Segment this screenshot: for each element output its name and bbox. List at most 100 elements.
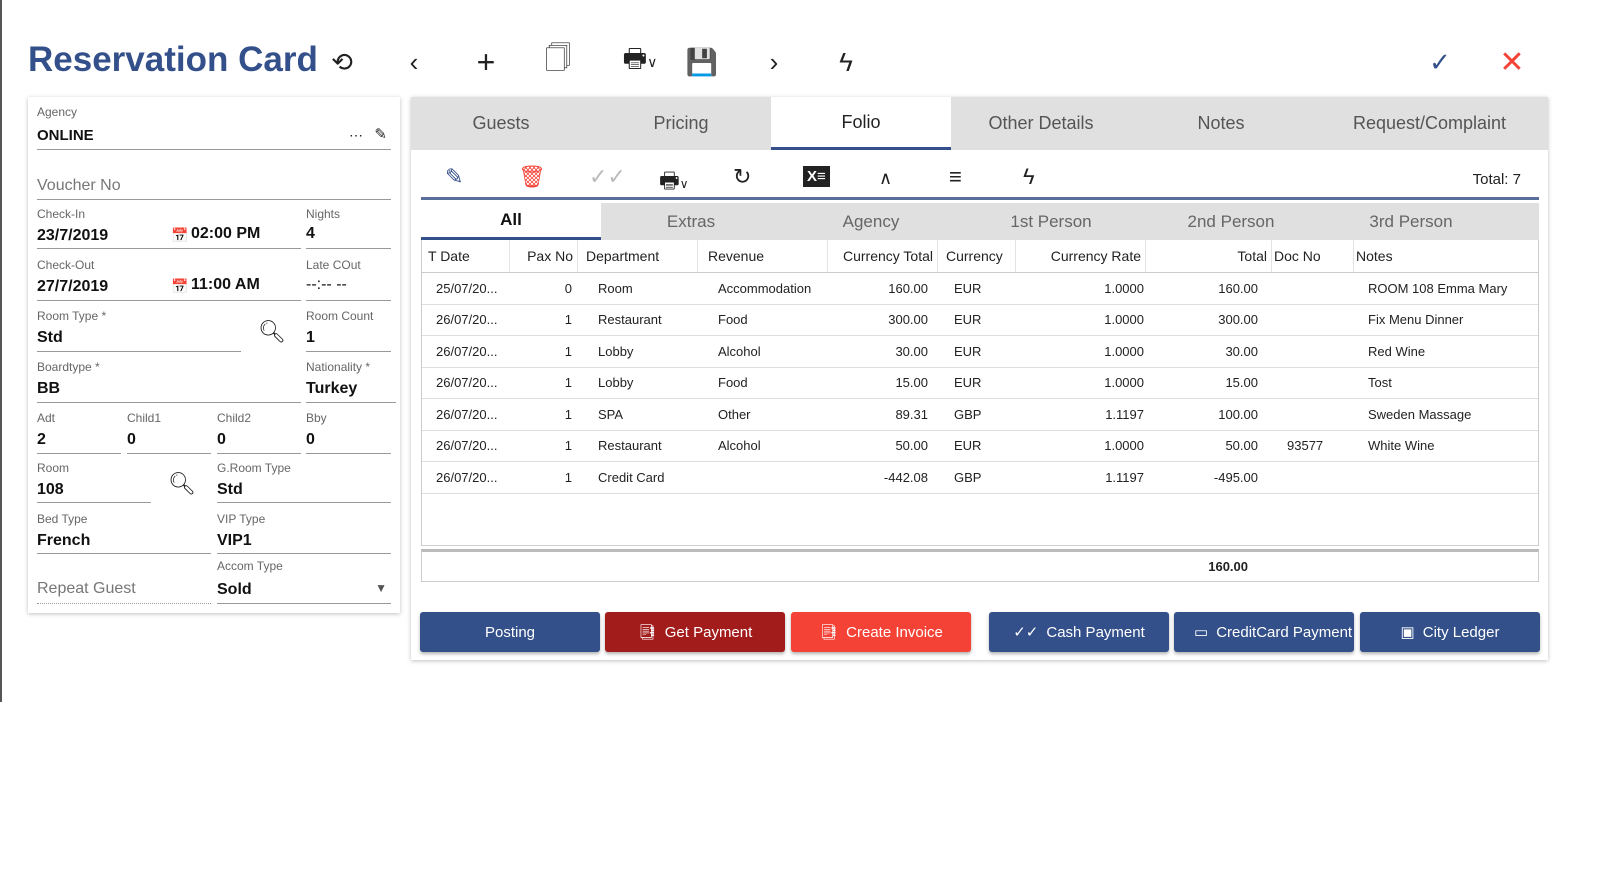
repeat-guest-field[interactable]: Repeat Guest <box>37 563 211 604</box>
label: Accom Type <box>217 559 283 573</box>
column-header[interactable]: Currency Total <box>832 240 938 272</box>
label: Child1 <box>127 411 162 425</box>
chevron-left-icon[interactable]: ‹ <box>396 44 432 80</box>
flash-icon[interactable]: ϟ <box>828 44 864 80</box>
more-icon[interactable]: ⋯ <box>349 127 363 144</box>
table-row[interactable]: 25/07/20... 0 Room Accommodation 160.00 EUR 1.… <box>422 273 1538 305</box>
chevron-right-icon[interactable]: › <box>756 44 792 80</box>
table-cell: 30.00 <box>1225 343 1258 359</box>
search-icon[interactable]: 🔍︎ <box>168 471 196 497</box>
table-row[interactable]: 26/07/20... 1 Restaurant Alcohol 50.00 EUR 1.0… <box>422 431 1538 462</box>
baby-field[interactable]: Bby 0 <box>306 411 391 454</box>
print-icon[interactable]: 🖶∨ <box>659 164 689 202</box>
column-header[interactable]: Doc No <box>1274 240 1354 272</box>
calendar-icon[interactable]: 📅 <box>171 278 188 295</box>
edit-icon[interactable]: ✎ <box>374 125 387 143</box>
check-icon[interactable]: ✓ <box>1422 44 1458 80</box>
child1-field[interactable]: Child1 0 <box>127 411 211 454</box>
value: Std <box>217 481 243 498</box>
table-cell <box>1287 305 1357 336</box>
tab-folio[interactable]: Folio <box>771 97 951 150</box>
table-cell <box>1287 399 1357 430</box>
subtab-1st-person[interactable]: 1st Person <box>961 203 1141 240</box>
label: Nationality * <box>306 360 371 374</box>
flash-icon[interactable]: ϟ <box>1023 164 1035 190</box>
table-cell: 50.00 <box>1225 438 1258 454</box>
checkin-field[interactable]: Check-In 23/7/2019 📅 02:00 PM <box>37 207 301 249</box>
column-header[interactable]: Currency <box>946 240 1016 272</box>
table-row[interactable]: 26/07/20... 1 Restaurant Food 300.00 EUR 1.000… <box>422 305 1538 336</box>
excel-icon[interactable]: X≡ <box>803 166 830 187</box>
nationality-field[interactable]: Nationality * Turkey <box>306 360 396 403</box>
posting-button[interactable]: Posting <box>420 612 600 652</box>
close-icon[interactable]: ✕ <box>1494 44 1530 80</box>
subtab-all[interactable]: All <box>421 203 601 240</box>
room-count-field[interactable]: Room Count 1 <box>306 309 391 352</box>
table-cell: 1.0000 <box>1104 375 1144 391</box>
subtab-2nd-person[interactable]: 2nd Person <box>1141 203 1321 240</box>
creditcard-payment-button[interactable]: ▭ CreditCard Payment <box>1174 612 1354 652</box>
vip-type-field[interactable]: VIP Type VIP1 <box>217 512 391 554</box>
edit-icon[interactable]: ✎ <box>445 164 463 190</box>
subtab-3rd-person[interactable]: 3rd Person <box>1321 203 1501 240</box>
dropdown-arrow-icon[interactable]: ▼ <box>375 581 387 595</box>
table-row[interactable]: 26/07/20... 1 SPA Other 89.31 GBP 1.1197 100.00… <box>422 399 1538 431</box>
tab-other-details[interactable]: Other Details <box>951 97 1131 150</box>
table-cell: 26/07/20... <box>436 375 498 391</box>
column-header[interactable]: Department <box>586 240 698 272</box>
room-field[interactable]: Room 108 <box>37 461 151 503</box>
delete-icon[interactable]: 🗑︎ <box>518 164 546 190</box>
history-icon[interactable]: ⟲ <box>324 44 360 80</box>
city-ledger-button[interactable]: ▣ City Ledger <box>1360 612 1540 652</box>
create-invoice-button[interactable]: 📑︎ Create Invoice <box>791 612 971 652</box>
table-cell: 1.0000 <box>1104 343 1144 359</box>
table-row[interactable]: 26/07/20... 1 Credit Card -442.08 GBP 1.1197 -… <box>422 462 1538 494</box>
tab-guests[interactable]: Guests <box>411 97 591 150</box>
refresh-icon[interactable]: ↻ <box>733 164 751 190</box>
get-payment-button[interactable]: 📑︎ Get Payment <box>605 612 785 652</box>
column-header[interactable]: Notes <box>1356 240 1536 272</box>
plus-icon[interactable]: + <box>468 44 504 80</box>
late-checkout-field[interactable]: Late COut --:-- -- <box>306 258 391 301</box>
column-header[interactable]: Total <box>1150 240 1272 272</box>
chevron-up-icon[interactable]: ∧ <box>879 168 892 189</box>
save-icon[interactable]: 💾 <box>684 44 720 80</box>
column-header[interactable]: Revenue <box>708 240 828 272</box>
subtab-agency[interactable]: Agency <box>781 203 961 240</box>
search-icon[interactable]: 🔍︎ <box>258 319 286 345</box>
book-icon: 📑︎ <box>637 624 657 641</box>
subtab-extras[interactable]: Extras <box>601 203 781 240</box>
copy-icon[interactable]: 🗍 <box>540 43 576 80</box>
tab-pricing[interactable]: Pricing <box>591 97 771 150</box>
check-all-icon[interactable]: ✓✓ <box>589 164 626 190</box>
bed-type-field[interactable]: Bed Type French <box>37 512 211 554</box>
checkout-field[interactable]: Check-Out 27/7/2019 📅 11:00 AM <box>37 258 301 301</box>
tab-notes[interactable]: Notes <box>1131 97 1311 150</box>
adults-field[interactable]: Adt 2 <box>37 411 121 454</box>
cash-payment-button[interactable]: ✓✓ Cash Payment <box>989 612 1169 652</box>
table-row[interactable]: 26/07/20... 1 Lobby Alcohol 30.00 EUR 1.0000 30… <box>422 336 1538 368</box>
column-header[interactable]: Currency Rate <box>1016 240 1146 272</box>
column-header[interactable]: Pax No <box>516 240 578 272</box>
label: G.Room Type <box>217 461 291 475</box>
nights-field[interactable]: Nights 4 <box>306 207 391 249</box>
g-room-type-field[interactable]: G.Room Type Std <box>217 461 391 503</box>
tab-request-complaint[interactable]: Request/Complaint <box>1311 97 1548 150</box>
voucher-no-field[interactable]: Voucher No <box>37 159 391 200</box>
table-cell: EUR <box>954 280 982 296</box>
table-cell: Room <box>598 280 633 296</box>
print-icon[interactable]: 🖶∨ <box>612 43 668 80</box>
child2-field[interactable]: Child2 0 <box>217 411 301 454</box>
table-cell: Accommodation <box>718 280 812 296</box>
room-type-field[interactable]: Room Type * Std <box>37 309 241 352</box>
table-cell: 50.00 <box>895 438 928 454</box>
column-header[interactable]: T Date <box>428 240 510 272</box>
table-cell: 1.0000 <box>1104 280 1144 296</box>
agency-field[interactable]: Agency ONLINE ⋯ ✎ <box>37 105 391 150</box>
boardtype-field[interactable]: Boardtype * BB <box>37 360 301 403</box>
table-row[interactable]: 26/07/20... 1 Lobby Food 15.00 EUR 1.0000 15.00… <box>422 368 1538 399</box>
accom-type-select[interactable]: Accom Type Sold ▼ <box>217 559 391 604</box>
menu-icon[interactable]: ≡ <box>949 164 962 190</box>
table-cell: 100.00 <box>1218 406 1258 422</box>
calendar-icon[interactable]: 📅 <box>171 227 188 244</box>
